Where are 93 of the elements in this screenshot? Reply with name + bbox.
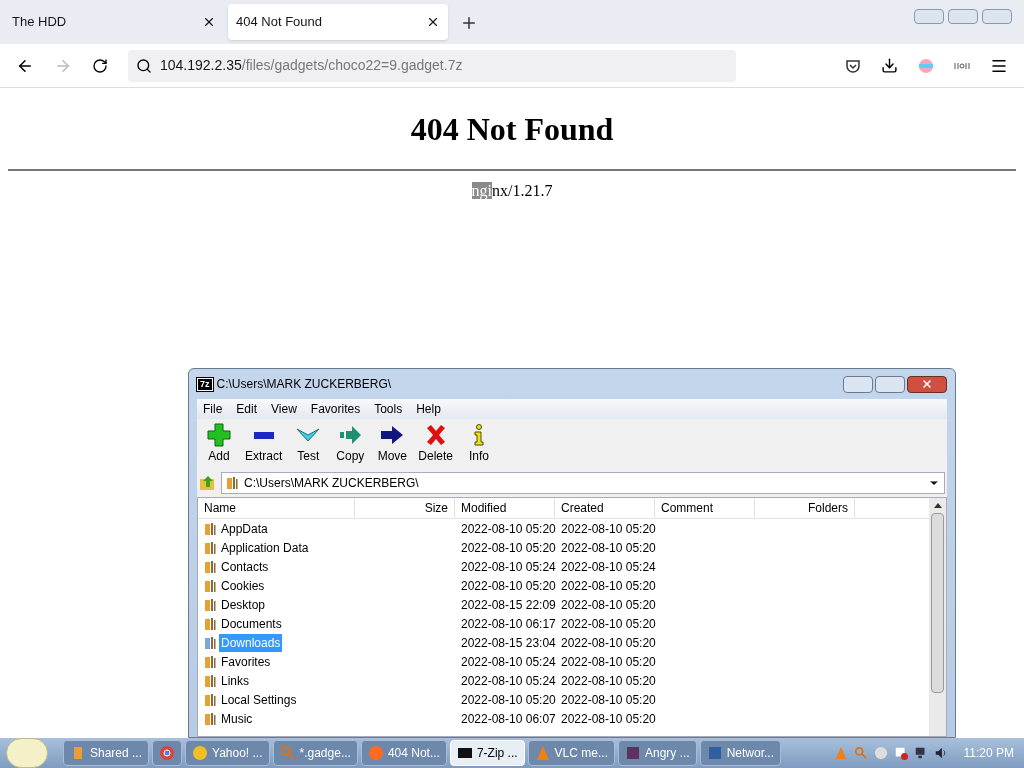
table-cell-text: 2022-08-10 05:20	[560, 615, 655, 633]
table-cell-text: 2022-08-10 05:20	[560, 596, 655, 614]
file-name[interactable]: Application Data	[219, 538, 311, 557]
menu-item[interactable]: Edit	[236, 400, 258, 418]
file-name[interactable]: Desktop	[219, 595, 268, 614]
menu-item[interactable]: Help	[416, 400, 441, 418]
arrow-icon	[338, 425, 362, 445]
taskbar-button[interactable]	[152, 740, 183, 766]
arrow-icon	[380, 425, 405, 445]
column-header[interactable]: Modified	[455, 498, 555, 518]
maximize-button[interactable]	[875, 375, 905, 393]
table-cell-text: 2022-08-10 05:20	[460, 520, 555, 538]
minus-icon	[253, 431, 274, 439]
taskbar-button[interactable]: Shared ...	[63, 740, 150, 766]
table-cell-text: 2022-08-10 05:24	[460, 672, 555, 690]
check-icon	[296, 428, 321, 442]
toolbar-button[interactable]: Copy	[332, 423, 369, 465]
taskbar-button[interactable]: Angry ...	[617, 740, 697, 766]
start-button[interactable]	[6, 738, 48, 768]
file-name[interactable]: Music	[219, 709, 255, 728]
file-name[interactable]: Favorites	[219, 652, 273, 671]
taskbar-button[interactable]: Networ...	[699, 740, 781, 766]
taskbar-button[interactable]: VLC me...	[527, 740, 615, 766]
search-icon	[136, 57, 152, 74]
info-icon	[473, 424, 486, 446]
taskbar-button[interactable]: Yahoo! ...	[185, 740, 270, 766]
reload-icon[interactable]	[92, 57, 108, 74]
table-cell-text: 2022-08-10 05:20	[560, 539, 655, 557]
path-field[interactable]: C:\Users\MARK ZUCKERBERG\	[221, 472, 945, 494]
up-folder-icon[interactable]	[199, 475, 217, 491]
menu-item[interactable]: Favorites	[310, 400, 361, 418]
close-button[interactable]	[907, 375, 947, 393]
minimize-button[interactable]	[843, 375, 873, 393]
taskbar-button[interactable]: 7-Zip ...	[449, 740, 525, 766]
url-text: 104.192.2.35/files/gadgets/choco22=9.gadget.7z	[160, 56, 463, 75]
toolbar-button[interactable]: Add	[201, 423, 237, 465]
plus-icon	[207, 423, 231, 447]
address-field[interactable]: 104.192.2.35/files/gadgets/choco22=9.gadget.7z	[128, 49, 736, 82]
toolbar-button[interactable]: Move	[374, 423, 411, 465]
menu-item[interactable]: View	[271, 400, 297, 418]
table-cell-text: 2022-08-10 05:20	[560, 577, 655, 595]
file-name[interactable]: Links	[219, 671, 251, 690]
browser-icon	[159, 745, 176, 761]
menu-item[interactable]: Tools	[374, 400, 403, 418]
table-cell-text: 2022-08-15 22:09	[460, 596, 555, 614]
table-cell-text: 2022-08-10 05:20	[560, 520, 655, 538]
cone-icon	[534, 745, 551, 761]
table-cell-text: 2022-08-10 06:17	[460, 615, 555, 633]
browser-icon	[367, 745, 384, 761]
table-cell-text: 2022-08-10 05:20	[460, 539, 555, 557]
menu-item[interactable]: File	[203, 400, 223, 418]
table-cell-text: 2022-08-15 23:04	[460, 634, 555, 652]
cross-icon	[425, 424, 446, 446]
table-cell-text: 2022-08-10 05:24	[460, 558, 555, 576]
column-header[interactable]: Created	[555, 498, 655, 518]
browser-tab[interactable]: The HDD	[4, 4, 224, 40]
file-name[interactable]: Local Settings	[219, 690, 299, 709]
new-tab-icon[interactable]	[460, 14, 478, 32]
table-cell-text: 2022-08-10 05:20	[560, 710, 655, 728]
toolbar-button[interactable]: Extract	[243, 423, 285, 465]
toolbar-button[interactable]: Delete	[416, 423, 456, 465]
scroll-thumb[interactable]	[931, 513, 944, 693]
column-header[interactable]: Size	[355, 498, 455, 518]
table-cell-text: 2022-08-10 05:20	[560, 672, 655, 690]
column-header[interactable]: Comment	[655, 498, 755, 518]
taskbar-button[interactable]: *.gadge...	[272, 740, 358, 766]
table-cell-text: 2022-08-10 05:20	[560, 634, 655, 652]
toolbar-button[interactable]: Test	[290, 423, 327, 465]
file-name[interactable]: Cookies	[219, 576, 267, 595]
magnifier-icon	[279, 745, 296, 761]
download-icon[interactable]	[881, 57, 898, 74]
file-name[interactable]: Contacts	[219, 557, 271, 576]
speaker-icon[interactable]	[933, 746, 948, 760]
table-cell-text: 2022-08-10 06:07	[460, 710, 555, 728]
toolbar-button[interactable]: Info	[461, 423, 498, 465]
window-title: C:\Users\MARK ZUCKERBERG\	[216, 376, 392, 393]
table-cell-text: 2022-08-10 05:20	[460, 577, 555, 595]
column-header[interactable]: Folders	[755, 498, 855, 518]
table-cell-text: 2022-08-10 05:24	[560, 558, 655, 576]
table-cell-text: 2022-08-10 05:24	[460, 653, 555, 671]
file-name[interactable]: Documents	[219, 614, 284, 633]
app-logo: 7z	[197, 377, 213, 391]
table-cell-text: 2022-08-10 05:20	[560, 691, 655, 709]
taskbar-button[interactable]: 404 Not...	[360, 740, 447, 766]
table-cell-text: 2022-08-10 05:20	[460, 691, 555, 709]
file-name[interactable]: AppData	[219, 519, 270, 538]
browser-tab[interactable]: 404 Not Found	[228, 4, 448, 40]
scroll-up-icon[interactable]	[933, 503, 942, 508]
pocket-icon[interactable]	[845, 57, 861, 74]
extension-icon[interactable]	[954, 61, 970, 70]
column-header[interactable]: Name	[198, 498, 355, 518]
page-heading: 404 Not Found	[410, 110, 614, 149]
table-cell-text: 2022-08-10 05:20	[560, 653, 655, 671]
